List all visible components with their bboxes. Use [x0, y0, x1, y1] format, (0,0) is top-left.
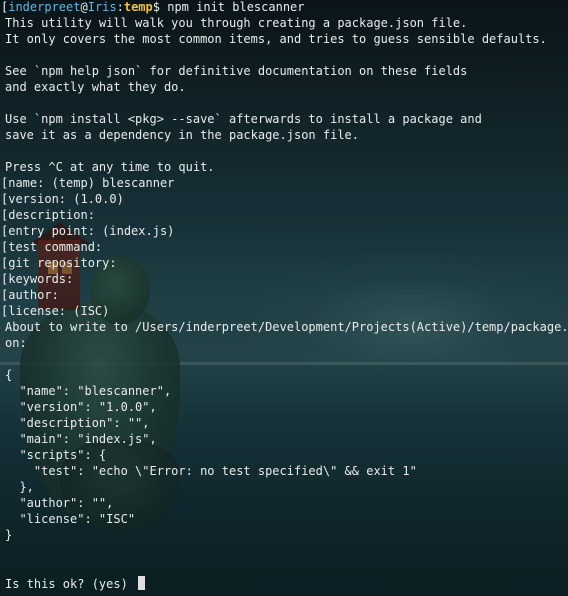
about-to-write-line: About to write to /Users/inderpreet/Deve… — [5, 320, 568, 334]
text-cursor[interactable] — [138, 576, 146, 590]
json-output-line: "name": "blescanner", — [5, 384, 172, 398]
json-output-line: }, — [5, 480, 34, 494]
prompt-directory: temp — [123, 0, 153, 14]
json-output-line: { — [5, 368, 13, 382]
json-output-line: "scripts": { — [5, 448, 107, 462]
prompt-user: inderpreet — [8, 0, 81, 14]
prompt-question-test-command: [test command: — [1, 240, 103, 254]
intro-line: Use `npm install <pkg> --save` afterward… — [5, 112, 482, 126]
prompt-host: Iris — [87, 0, 117, 14]
json-output-line: "license": "ISC" — [5, 512, 136, 526]
json-output-line: "test": "echo \"Error: no test specified… — [5, 464, 417, 478]
intro-line: Press ^C at any time to quit. — [5, 160, 215, 174]
json-output-line: "description": "", — [5, 416, 150, 430]
prompt-symbol: $ — [152, 0, 160, 14]
prompt-question-version: [version: (1.0.0) — [1, 192, 124, 206]
shell-prompt-line: [inderpreet@Iris:temp$ npm init blescann… — [1, 0, 305, 16]
prompt-question-entry-point: [entry point: (index.js) — [1, 224, 175, 238]
intro-line: and exactly what they do. — [5, 80, 186, 94]
json-output-line: } — [5, 528, 13, 542]
prompt-at: @ — [80, 0, 88, 14]
intro-line: It only covers the most common items, an… — [5, 32, 547, 46]
confirm-prompt-line[interactable]: Is this ok? (yes) — [5, 576, 146, 592]
shell-command: npm init blescanner — [160, 0, 305, 14]
json-output-line: "author": "", — [5, 496, 114, 510]
terminal-window[interactable]: [inderpreet@Iris:temp$ npm init blescann… — [0, 0, 568, 596]
json-output-line: "main": "index.js", — [5, 432, 157, 446]
json-output-line: "version": "1.0.0", — [5, 400, 157, 414]
about-to-write-line: on: — [5, 336, 27, 350]
confirm-prompt-text: Is this ok? (yes) — [5, 577, 136, 591]
prompt-question-author: [author: — [1, 288, 59, 302]
prompt-question-name: [name: (temp) blescanner — [1, 176, 175, 190]
prompt-question-keywords: [keywords: — [1, 272, 74, 286]
intro-line: save it as a dependency in the package.j… — [5, 128, 360, 142]
prompt-question-description: [description: — [1, 208, 95, 222]
intro-line: See `npm help json` for definitive docum… — [5, 64, 468, 78]
prompt-question-git-repository: [git repository: — [1, 256, 117, 270]
intro-line: This utility will walk you through creat… — [5, 16, 468, 30]
prompt-colon: : — [116, 0, 124, 14]
prompt-question-license: [license: (ISC) — [1, 304, 110, 318]
